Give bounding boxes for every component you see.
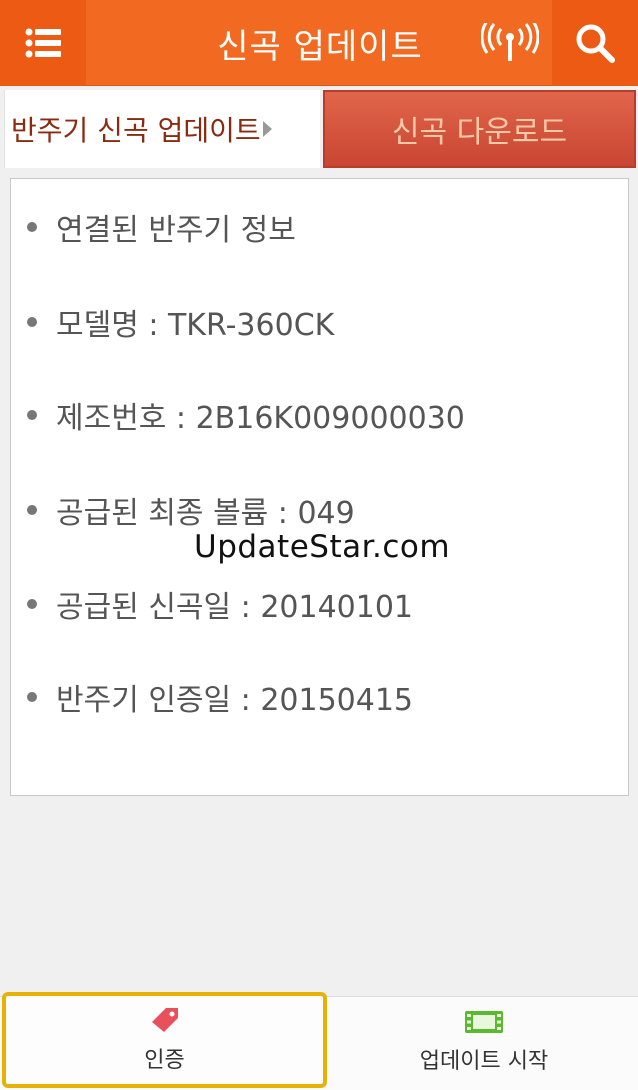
bullet-icon: [27, 505, 37, 515]
film-icon: [465, 1011, 503, 1033]
app-header: 신곡 업데이트: [0, 0, 638, 86]
device-info-panel: 연결된 반주기 정보 모델명 : TKR-360CK 제조번호 : 2B16K0…: [10, 178, 629, 796]
info-item: 반주기 인증일 : 20150415: [27, 677, 414, 718]
info-text: 연결된 반주기 정보: [56, 213, 296, 248]
tab-label: 반주기 신곡 업데이트: [11, 114, 261, 147]
info-text: 반주기 인증일 : 20150415: [56, 683, 414, 718]
bullet-icon: [27, 410, 37, 420]
bullet-icon: [27, 599, 37, 609]
search-button[interactable]: [552, 0, 638, 86]
start-update-label: 업데이트 시작: [419, 1049, 549, 1074]
connection-signal-button[interactable]: [478, 18, 542, 68]
info-text: 모델명 : TKR-360CK: [56, 308, 335, 343]
info-text: 제조번호 : 2B16K009000030: [56, 401, 465, 436]
tab-song-download[interactable]: 신곡 다운로드: [323, 90, 636, 168]
tab-label: 신곡 다운로드: [391, 115, 568, 150]
info-text: 공급된 신곡일 : 20140101: [56, 590, 414, 625]
bullet-icon: [27, 317, 37, 327]
info-text: 공급된 최종 볼륨 : 049: [56, 496, 355, 531]
tab-karaoke-update[interactable]: 반주기 신곡 업데이트: [4, 90, 320, 168]
menu-button[interactable]: [0, 0, 86, 86]
bullet-icon: [27, 692, 37, 702]
info-item: 공급된 신곡일 : 20140101: [27, 584, 414, 625]
tab-arrow-icon: [262, 121, 272, 137]
tab-bar: 반주기 신곡 업데이트 신곡 다운로드: [0, 86, 638, 170]
search-icon: [576, 24, 615, 63]
watermark: UpdateStar.com: [194, 529, 451, 565]
start-update-button[interactable]: 업데이트 시작: [330, 996, 638, 1090]
auth-button[interactable]: 인증: [2, 992, 327, 1088]
tag-icon: [151, 1008, 178, 1032]
info-item: 제조번호 : 2B16K009000030: [27, 395, 465, 436]
list-menu-icon: [25, 28, 61, 58]
info-item: 공급된 최종 볼륨 : 049: [27, 490, 355, 531]
info-item: 연결된 반주기 정보: [27, 207, 296, 248]
page-title: 신곡 업데이트: [217, 26, 423, 67]
auth-button-label: 인증: [144, 1048, 185, 1073]
broadcast-signal-icon: [481, 23, 539, 61]
bullet-icon: [27, 222, 37, 232]
info-item: 모델명 : TKR-360CK: [27, 302, 335, 343]
